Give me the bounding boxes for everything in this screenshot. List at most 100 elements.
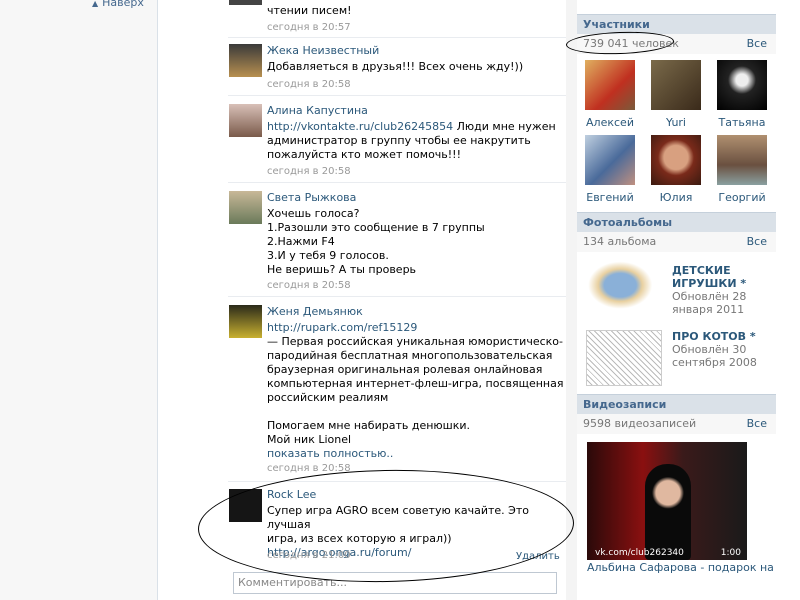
post-author[interactable]: Алина Капустина [267,104,368,117]
column-separator [566,0,577,600]
post-author[interactable]: Rock Lee [267,488,316,501]
wall-column: чтении писем! сегодня в 20:57 Жека Неизв… [228,0,566,564]
post-author[interactable]: Света Рыжкова [267,191,356,204]
post-text: Хочешь голоса? 1.Разошли это сообщение в… [267,207,485,277]
member-item[interactable]: Татьяна [709,60,775,129]
member-photo[interactable] [651,135,701,185]
post-text: Добавляеться в друзья!!! Всех очень жду!… [267,60,524,73]
post-link[interactable]: http://vkontakte.ru/club26245854 [267,120,453,133]
member-name[interactable]: Yuri [643,116,709,129]
members-all-link[interactable]: Все [747,37,767,50]
avatar[interactable] [229,489,262,522]
albums-count: 134 альбома [583,235,657,248]
post-time: сегодня в 21:00 [267,550,351,561]
album-cover[interactable] [586,260,662,316]
album-title-line[interactable]: ДЕТСКИЕ [672,264,731,277]
album-item[interactable]: ДЕТСКИЕ ИГРУШКИ * Обновлён 28 января 2011 [577,258,776,326]
post-time: сегодня в 20:58 [267,166,351,177]
post-text-line: 3.И у тебя 9 голосов. [267,249,389,262]
post-text-line: Хочешь голоса? [267,207,360,220]
wall-post: Света Рыжкова Хочешь голоса? 1.Разошли э… [228,183,566,297]
album-title[interactable]: ДЕТСКИЕ ИГРУШКИ * [672,264,767,290]
wall-post: Женя Демьянюк http://rupark.com/ref15129… [228,297,566,482]
right-sidebar: Участники 739 041 человек Все Алексей Yu… [577,0,776,574]
member-photo[interactable] [585,60,635,110]
albums-all-link[interactable]: Все [747,235,767,248]
members-count: 739 041 человек [583,37,679,50]
member-name[interactable]: Георгий [709,191,775,204]
back-to-top-link[interactable]: ▲ Наверх [92,0,144,9]
post-text-line: российским реалиям [267,391,389,404]
wall-post: чтении писем! сегодня в 20:57 [228,0,566,38]
videos-count: 9598 видеозаписей [583,417,697,430]
videos-header[interactable]: Видеозаписи [577,394,776,414]
post-text-line: компьютерная интернет-флеш-игра, посвяще… [267,377,564,390]
post-time: сегодня в 20:57 [267,22,351,33]
member-item[interactable]: Георгий [709,135,775,204]
member-photo[interactable] [651,60,701,110]
post-author[interactable]: Женя Демьянюк [267,305,363,318]
post-text-line: Люди мне нужен [453,120,556,133]
post-text-line: браузерная оригинальная ролевая онлайнов… [267,363,543,376]
comment-input[interactable]: Комментировать... [233,572,557,594]
video-person [645,464,691,560]
post-text-line: пожалуйста кто может помочь!!! [267,148,462,161]
album-date-line: Обновлён 30 [672,343,747,356]
album-cover[interactable] [586,330,662,386]
member-name[interactable]: Татьяна [709,116,775,129]
avatar[interactable] [229,44,262,77]
show-more-link[interactable]: показать полностью.. [267,447,393,460]
sidebar-top-spacer [577,0,776,14]
post-text-line: 2.Нажми F4 [267,235,335,248]
post-link[interactable]: http://rupark.com/ref15129 [267,321,417,334]
video-duration: 1:00 [720,548,741,558]
album-title-line[interactable]: ИГРУШКИ * [672,277,746,290]
member-photo[interactable] [585,135,635,185]
member-item[interactable]: Yuri [643,60,709,129]
video-watermark: vk.com/club262340 [595,548,684,558]
member-photo[interactable] [717,135,767,185]
wall-post: Алина Капустина http://vkontakte.ru/club… [228,96,566,183]
post-text-line: администратор в группу чтобы ее накрутит… [267,134,531,147]
left-sidebar-strip: ▲ Наверх [0,0,158,600]
post-text-line: Мой ник Lionel [267,433,352,446]
post-author[interactable]: Жека Неизвестный [267,44,379,57]
post-text-line: Помогаем мне набирать денюшки. [267,419,471,432]
member-name[interactable]: Юлия [643,191,709,204]
member-name[interactable]: Евгений [577,191,643,204]
avatar[interactable] [229,191,262,224]
delete-post-link[interactable]: Удалить [516,551,560,562]
video-title[interactable]: Альбина Сафарова - подарок на [587,561,774,574]
albums-header[interactable]: Фотоальбомы [577,212,776,232]
member-name[interactable]: Алексей [577,116,643,129]
album-item[interactable]: ПРО КОТОВ * Обновлён 30 сентября 2008 [577,326,776,394]
album-date: Обновлён 28 января 2011 [672,290,767,316]
video-item[interactable]: vk.com/club262340 1:00 Альбина Сафарова … [577,434,776,574]
post-time: сегодня в 20:58 [267,280,351,291]
post-text-line: — Первая российская уникальная юмористич… [267,335,563,348]
video-thumbnail[interactable]: vk.com/club262340 1:00 [587,442,747,560]
member-photo[interactable] [717,60,767,110]
back-to-top-label: Наверх [102,0,144,9]
album-date-line: сентября 2008 [672,356,757,369]
member-item[interactable]: Алексей [577,60,643,129]
post-text-line: 1.Разошли это сообщение в 7 группы [267,221,485,234]
avatar[interactable] [229,104,262,137]
members-grid: Алексей Yuri Татьяна Евгений Юлия Георги… [577,54,776,212]
member-item[interactable]: Евгений [577,135,643,204]
up-arrow-icon: ▲ [92,0,99,8]
member-item[interactable]: Юлия [643,135,709,204]
post-time: сегодня в 20:58 [267,79,351,90]
album-title[interactable]: ПРО КОТОВ * [672,330,767,343]
album-date-line: Обновлён 28 [672,290,747,303]
members-header[interactable]: Участники [577,14,776,34]
videos-subheader: 9598 видеозаписей Все [577,414,776,434]
videos-all-link[interactable]: Все [747,417,767,430]
members-subheader: 739 041 человек Все [577,34,776,54]
albums-subheader: 134 альбома Все [577,232,776,252]
avatar[interactable] [229,0,262,5]
post-text-line: Не веришь? А ты проверь [267,263,417,276]
avatar[interactable] [229,305,262,338]
post-text: http://rupark.com/ref15129 — Первая росс… [267,321,567,461]
post-text-line: игра, из всех которую я играл)) [267,532,452,545]
